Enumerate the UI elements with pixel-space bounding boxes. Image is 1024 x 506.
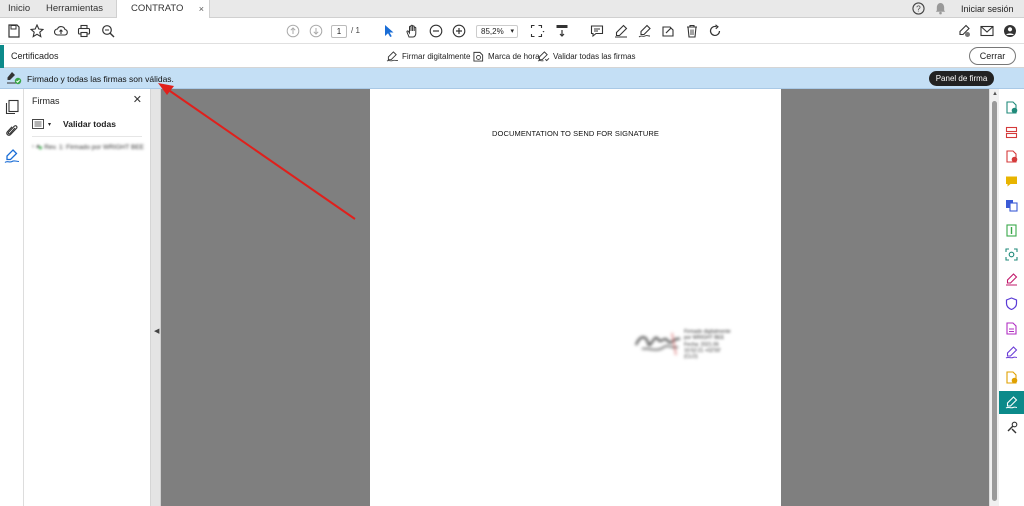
digital-signature-details: Firmado digitalmente por WRIGHT BEE Fech… (684, 329, 731, 360)
certificates-toolbar: Certificados Firmar digitalmente Marca d… (0, 45, 1024, 68)
timestamp-icon (473, 51, 484, 62)
document-page: DOCUMENTATION TO SEND FOR SIGNATURE Firm… (370, 89, 781, 506)
zoom-level-select[interactable]: 85,2% ▾ (476, 25, 518, 38)
select-cursor-icon[interactable] (380, 22, 398, 40)
options-list-icon[interactable] (32, 119, 44, 129)
tab-tools[interactable]: Herramientas (46, 0, 103, 18)
signatures-panel: Firmas ✕ ▾ Validar todas › Rev. 1: Firma… (24, 89, 151, 506)
next-page-icon[interactable] (307, 22, 325, 40)
attachment-paperclip-icon[interactable] (4, 123, 20, 139)
validate-all-menu[interactable]: ▾ Validar todas (32, 117, 116, 131)
upload-cloud-icon[interactable] (52, 22, 70, 40)
timestamp-label: Marca de hora (488, 52, 540, 61)
signature-valid-icon (36, 144, 42, 150)
handwritten-signature-image[interactable] (634, 327, 682, 357)
print-icon[interactable] (75, 22, 93, 40)
more-tools-icon[interactable] (1003, 419, 1020, 436)
certificates-tool-icon[interactable] (999, 391, 1024, 414)
compress-pdf-icon[interactable] (1003, 222, 1020, 239)
tab-document[interactable]: CONTRATO PRU... × (116, 0, 210, 32)
highlight-pen-icon[interactable] (612, 22, 630, 40)
signature-entry-text: Rev. 1: Firmado por WRIGHT BEE (44, 143, 144, 151)
signatures-panel-title: Firmas (32, 96, 60, 106)
divider (32, 136, 142, 137)
chevron-down-icon: ▾ (510, 28, 514, 35)
certificates-title: Certificados (11, 51, 59, 61)
svg-text:?: ? (916, 3, 921, 13)
signature-status-message: Firmado y todas las firmas son válidas. (27, 74, 174, 84)
combine-files-icon[interactable] (1003, 197, 1020, 214)
zoom-out-icon[interactable] (427, 22, 445, 40)
bell-icon[interactable] (935, 2, 946, 16)
vertical-scrollbar[interactable]: ▲ (989, 89, 999, 506)
signature-valid-icon (7, 72, 22, 85)
right-tools-rail (999, 89, 1024, 506)
left-navigation-rail (0, 89, 24, 506)
scan-ocr-icon[interactable] (1003, 246, 1020, 263)
save-icon[interactable] (5, 22, 23, 40)
scrollbar-thumb[interactable] (992, 101, 997, 501)
rotate-icon[interactable] (706, 22, 724, 40)
signature-panel-button[interactable]: Panel de firma (929, 71, 994, 86)
sign-digitally-button[interactable]: Firmar digitalmente (386, 51, 470, 62)
page-number-input[interactable]: 1 (331, 25, 347, 38)
mail-icon[interactable] (978, 22, 996, 40)
document-viewer: DOCUMENTATION TO SEND FOR SIGNATURE Firm… (161, 89, 989, 506)
prepare-form-icon[interactable] (1003, 320, 1020, 337)
fill-and-sign-icon[interactable] (1003, 271, 1020, 288)
help-icon[interactable]: ? (912, 2, 925, 16)
signin-link[interactable]: Iniciar sesión (961, 0, 1014, 18)
timestamp-button[interactable]: Marca de hora (472, 51, 540, 62)
signature-status-bar: Firmado y todas las firmas son válidas. … (0, 68, 1024, 89)
signature-line: (CLO) (684, 354, 698, 361)
delete-trash-icon[interactable] (683, 22, 701, 40)
create-pdf-icon[interactable] (1003, 148, 1020, 165)
signatures-panel-icon[interactable] (4, 148, 20, 164)
export-pdf-icon[interactable] (1003, 99, 1020, 116)
fill-sign-icon[interactable] (955, 22, 973, 40)
tab-bar: Inicio Herramientas CONTRATO PRU... × ? … (0, 0, 1024, 32)
chevron-down-icon[interactable]: ▾ (48, 121, 51, 128)
account-user-icon[interactable] (1001, 22, 1019, 40)
page-total: / 1 (351, 26, 360, 35)
edit-stamp-icon[interactable] (659, 22, 677, 40)
scroll-up-icon[interactable]: ▲ (992, 91, 998, 97)
protect-shield-icon[interactable] (1003, 295, 1020, 312)
main-toolbar: 1 / 1 85,2% ▾ (0, 18, 1024, 44)
panel-splitter[interactable]: ◀ (151, 89, 161, 506)
tab-home[interactable]: Inicio (8, 0, 30, 18)
hand-tool-icon[interactable] (403, 22, 421, 40)
comment-icon[interactable] (588, 22, 606, 40)
certificates-accent (0, 45, 4, 68)
signature-line: por WRIGHT BEE (684, 335, 725, 342)
signature-list-item[interactable]: › Rev. 1: Firmado por WRIGHT BEE (32, 141, 144, 153)
request-signature-icon[interactable] (1003, 344, 1020, 361)
validate-signature-icon (537, 51, 550, 62)
chevron-right-icon[interactable]: › (32, 144, 34, 150)
certify-document-icon[interactable] (1003, 369, 1020, 386)
sign-pen-icon[interactable] (636, 22, 654, 40)
validate-all-signatures-label: Validar todas las firmas (553, 52, 636, 61)
close-certificates-button[interactable]: Cerrar (969, 47, 1016, 65)
fit-page-icon[interactable] (526, 22, 548, 40)
close-icon[interactable]: ✕ (133, 93, 142, 106)
page-thumbnails-icon[interactable] (4, 99, 20, 115)
sign-digitally-label: Firmar digitalmente (402, 52, 471, 61)
zoom-in-icon[interactable] (450, 22, 468, 40)
zoom-level-value: 85,2% (481, 27, 504, 36)
validate-all-label[interactable]: Validar todas (63, 119, 116, 129)
collapse-panel-icon[interactable]: ◀ (154, 327, 159, 335)
previous-page-icon[interactable] (284, 22, 302, 40)
organize-pages-icon[interactable] (1003, 124, 1020, 141)
document-heading: DOCUMENTATION TO SEND FOR SIGNATURE (492, 129, 659, 138)
bookmark-star-icon[interactable] (28, 22, 46, 40)
comment-tool-icon[interactable] (1003, 173, 1020, 190)
validate-all-signatures-button[interactable]: Validar todas las firmas (537, 51, 636, 62)
tab-close-icon[interactable]: × (199, 0, 204, 18)
sign-digitally-icon (386, 51, 399, 62)
scroll-mode-icon[interactable] (553, 22, 571, 40)
search-zoom-icon[interactable] (99, 22, 117, 40)
